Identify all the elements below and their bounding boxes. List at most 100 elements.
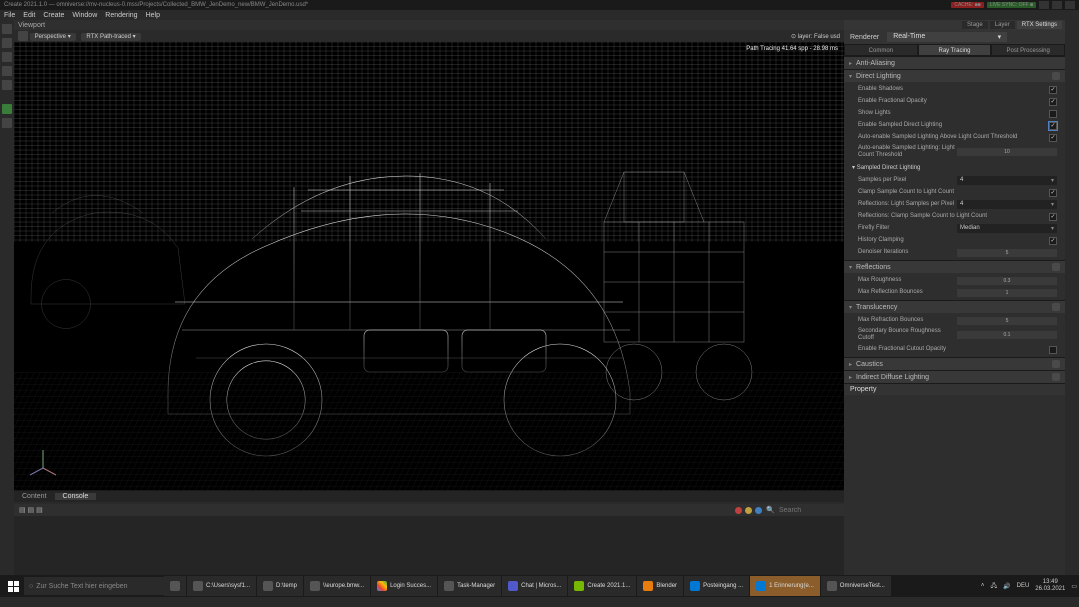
secondary-roughness-slider[interactable]: 0.1 xyxy=(957,331,1057,339)
system-tray[interactable]: ˄ 🖧 🔊 DEU 13:49 26.03.2021 ▭ xyxy=(981,579,1077,593)
max-roughness-slider[interactable]: 0.3 xyxy=(957,277,1057,285)
taskbar-item[interactable]: \\europe.bmw... xyxy=(304,576,370,596)
gear-icon[interactable] xyxy=(1052,373,1060,381)
history-clamping-checkbox[interactable] xyxy=(1049,237,1057,245)
layer-tab[interactable]: Layer xyxy=(990,21,1015,29)
raytracing-subtab[interactable]: Ray Tracing xyxy=(918,44,992,56)
auto-above-checkbox[interactable] xyxy=(1049,134,1057,142)
layer-indicator: ⊙ layer: False usd xyxy=(791,33,840,40)
stop-tool-icon[interactable] xyxy=(2,118,12,128)
sampled-direct-lighting-header[interactable]: ▾ Sampled Direct Lighting xyxy=(852,162,1057,173)
content-tab[interactable]: Content xyxy=(14,493,55,500)
select-tool-icon[interactable] xyxy=(2,24,12,34)
direct-lighting-section[interactable]: ▾Direct Lighting xyxy=(844,70,1065,82)
camera-dropdown[interactable]: Perspective ▾ xyxy=(30,33,76,41)
scrollbar-track[interactable] xyxy=(1065,20,1079,575)
left-toolbar xyxy=(0,20,14,575)
taskbar-item[interactable]: Posteingang ... xyxy=(684,576,749,596)
enable-shadows-checkbox[interactable] xyxy=(1049,86,1057,94)
filter-info-icon[interactable] xyxy=(755,507,762,514)
taskbar-item[interactable]: 1 Erinnerung(e... xyxy=(750,576,820,596)
clamp-sample-checkbox[interactable] xyxy=(1049,189,1057,197)
reflections-section[interactable]: ▾Reflections xyxy=(844,261,1065,273)
play-tool-icon[interactable] xyxy=(2,104,12,114)
anti-aliasing-section[interactable]: ▸Anti-Aliasing xyxy=(844,57,1065,69)
menu-window[interactable]: Window xyxy=(72,12,97,19)
caustics-section[interactable]: ▸Caustics xyxy=(844,358,1065,370)
task-view-button[interactable] xyxy=(164,576,186,596)
tray-language[interactable]: DEU xyxy=(1017,583,1030,589)
enable-sampled-checkbox[interactable] xyxy=(1049,122,1057,130)
translucency-section[interactable]: ▾Translucency xyxy=(844,301,1065,313)
taskbar-search[interactable]: ○ Zur Suche Text hier eingeben xyxy=(24,577,164,595)
stage-tab[interactable]: Stage xyxy=(962,21,988,29)
scale-tool-icon[interactable] xyxy=(2,66,12,76)
console-tabs: Content Console xyxy=(14,491,844,502)
taskbar-item[interactable]: D:\temp xyxy=(257,576,303,596)
denoiser-iterations-slider[interactable]: 5 xyxy=(957,249,1057,257)
menu-file[interactable]: File xyxy=(4,12,15,19)
notifications-icon[interactable]: ▭ xyxy=(1071,583,1077,590)
light-count-threshold-slider[interactable]: 10 xyxy=(957,148,1057,156)
refl-clamp-checkbox[interactable] xyxy=(1049,213,1057,221)
close-button[interactable] xyxy=(1065,1,1075,9)
property-tab[interactable]: Property xyxy=(844,383,1065,395)
renderer-dropdown[interactable]: Real-Time ▾ xyxy=(887,32,1007,42)
max-refraction-slider[interactable]: 5 xyxy=(957,317,1057,325)
rtx-settings-tab[interactable]: RTX Settings xyxy=(1017,21,1062,29)
tray-sound-icon[interactable]: 🔊 xyxy=(1003,583,1010,590)
start-button[interactable] xyxy=(2,576,24,596)
refl-light-samples-dropdown[interactable]: 4▾ xyxy=(957,200,1057,209)
tray-chevron-icon[interactable]: ˄ xyxy=(981,583,985,589)
tray-network-icon[interactable]: 🖧 xyxy=(990,581,997,591)
postprocessing-subtab[interactable]: Post Processing xyxy=(991,44,1065,56)
menu-help[interactable]: Help xyxy=(146,12,160,19)
taskbar-item[interactable]: Login Succes... xyxy=(371,576,437,596)
viewport-canvas[interactable]: Path Tracing 41.64 spp - 28.98 ms xyxy=(14,42,844,490)
menu-create[interactable]: Create xyxy=(43,12,64,19)
render-mode-dropdown[interactable]: RTX Path-traced ▾ xyxy=(81,33,140,41)
globe-icon[interactable] xyxy=(18,31,28,41)
search-icon: ○ xyxy=(29,583,33,590)
console-folder-icons[interactable]: ▤ ▤ ▤ xyxy=(19,506,43,514)
menu-rendering[interactable]: Rendering xyxy=(105,12,137,19)
gear-icon[interactable] xyxy=(1052,303,1060,311)
snap-tool-icon[interactable] xyxy=(2,80,12,90)
viewport-tab[interactable]: Viewport xyxy=(14,20,844,30)
indirect-diffuse-section[interactable]: ▸Indirect Diffuse Lighting xyxy=(844,371,1065,383)
windows-taskbar: ○ Zur Suche Text hier eingeben C:\Users\… xyxy=(0,575,1079,597)
minimize-button[interactable] xyxy=(1039,1,1049,9)
taskbar-item[interactable]: C:\Users\sysf1... xyxy=(187,576,256,596)
gear-icon[interactable] xyxy=(1052,72,1060,80)
filter-error-icon[interactable] xyxy=(735,507,742,514)
taskbar-item[interactable]: Create 2021.1... xyxy=(568,576,636,596)
console-tab[interactable]: Console xyxy=(55,493,97,500)
viewport-stats: Path Tracing 41.64 spp - 28.98 ms xyxy=(746,46,838,52)
show-lights-checkbox[interactable] xyxy=(1049,110,1057,118)
viewport-toolbar: Perspective ▾ RTX Path-traced ▾ ⊙ layer:… xyxy=(14,30,844,42)
taskbar-item[interactable]: Task-Manager xyxy=(438,576,501,596)
livesync-badge[interactable]: LIVE SYNC: OFF ■ xyxy=(987,2,1036,8)
rotate-tool-icon[interactable] xyxy=(2,52,12,62)
fractional-cutout-checkbox[interactable] xyxy=(1049,346,1057,354)
tray-date: 26.03.2021 xyxy=(1035,586,1065,593)
console-output[interactable] xyxy=(14,516,844,575)
maximize-button[interactable] xyxy=(1052,1,1062,9)
firefly-dropdown[interactable]: Median▾ xyxy=(957,224,1057,233)
fractional-opacity-checkbox[interactable] xyxy=(1049,98,1057,106)
rtx-subtabs: Common Ray Tracing Post Processing xyxy=(844,44,1065,56)
filter-warn-icon[interactable] xyxy=(745,507,752,514)
console-search-input[interactable] xyxy=(779,507,839,514)
axis-gizmo xyxy=(28,448,58,480)
gear-icon[interactable] xyxy=(1052,360,1060,368)
menu-edit[interactable]: Edit xyxy=(23,12,35,19)
common-subtab[interactable]: Common xyxy=(844,44,918,56)
move-tool-icon[interactable] xyxy=(2,38,12,48)
taskbar-item[interactable]: Chat | Micros... xyxy=(502,576,567,596)
property-detail-area xyxy=(844,395,1065,575)
taskbar-item[interactable]: Blender xyxy=(637,576,683,596)
samples-per-pixel-dropdown[interactable]: 4▾ xyxy=(957,176,1057,185)
gear-icon[interactable] xyxy=(1052,263,1060,271)
max-reflection-bounces-slider[interactable]: 1 xyxy=(957,289,1057,297)
taskbar-item[interactable]: OmniverseTest... xyxy=(821,576,891,596)
